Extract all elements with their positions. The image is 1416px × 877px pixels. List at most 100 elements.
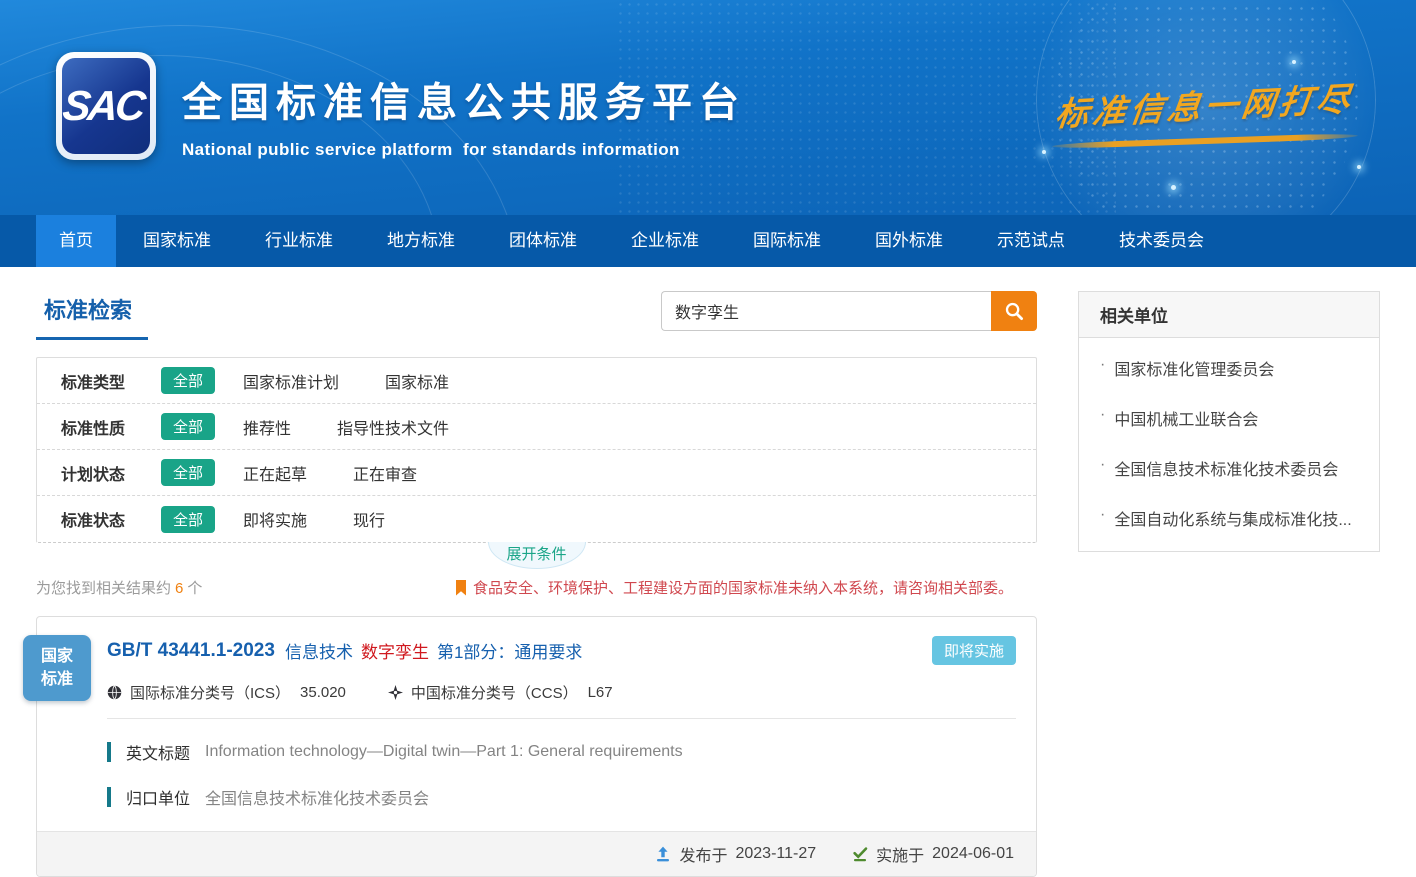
row-marker-bar <box>107 787 111 807</box>
ccs-classification: 中国标准分类号（CCS） L67 <box>388 682 613 703</box>
site-header: SAC 全国标准信息公共服务平台 National public service… <box>0 0 1416 215</box>
standard-title-part: 第1部分：通用要求 <box>437 638 582 663</box>
notice-text: 食品安全、环境保护、工程建设方面的国家标准未纳入本系统，请咨询相关部委。 <box>473 577 1013 598</box>
tab-standard-search[interactable]: 标准检索 <box>36 291 148 340</box>
search-row: 标准检索 <box>36 291 1037 343</box>
main-nav: 首页 国家标准 行业标准 地方标准 团体标准 企业标准 国际标准 国外标准 示范… <box>0 215 1416 267</box>
sac-logo-inner: SAC <box>62 58 150 154</box>
filter-selected-badge[interactable]: 全部 <box>161 506 215 533</box>
ics-value: 35.020 <box>300 684 346 701</box>
bullet: · <box>1100 506 1105 530</box>
ccs-value: L67 <box>588 684 613 701</box>
results-notice: 食品安全、环境保护、工程建设方面的国家标准未纳入本系统，请咨询相关部委。 <box>455 577 1013 598</box>
nav-item-international-standards[interactable]: 国际标准 <box>726 215 848 267</box>
filter-panel: 标准类型 全部 国家标准计划 国家标准 标准性质 全部 推荐性 指导性技术文件 … <box>36 357 1037 543</box>
published-date-value: 2023-11-27 <box>735 845 816 863</box>
sidebar-item-it-standardization-committee[interactable]: · 全国信息技术标准化技术委员会 <box>1079 443 1379 493</box>
expand-conditions-button[interactable]: 展开条件 <box>488 542 586 569</box>
bullet: · <box>1100 456 1105 480</box>
nav-item-national-standards[interactable]: 国家标准 <box>116 215 238 267</box>
standard-code: GB/T 43441.1-2023 <box>107 640 275 662</box>
bookmark-icon <box>455 580 467 596</box>
standard-title-link[interactable]: GB/T 43441.1-2023 信息技术 数字孪生 第1部分：通用要求 即将… <box>107 636 1016 665</box>
results-row: 为您找到相关结果约6个 食品安全、环境保护、工程建设方面的国家标准未纳入本系统，… <box>36 577 1037 598</box>
nav-item-foreign-standards[interactable]: 国外标准 <box>848 215 970 267</box>
filter-option[interactable]: 推荐性 <box>243 415 291 439</box>
standard-title-highlight: 数字孪生 <box>361 638 429 663</box>
ics-classification: 国际标准分类号（ICS） 35.020 <box>107 682 346 703</box>
filter-label: 标准类型 <box>61 369 161 393</box>
nav-item-enterprise-standards[interactable]: 企业标准 <box>604 215 726 267</box>
filter-selected-badge[interactable]: 全部 <box>161 413 215 440</box>
search-group <box>661 291 1037 331</box>
implement-check-icon <box>852 846 868 862</box>
row-marker-bar <box>107 742 111 762</box>
english-title-row: 英文标题 Information technology—Digital twin… <box>107 740 1016 764</box>
card-body: GB/T 43441.1-2023 信息技术 数字孪生 第1部分：通用要求 即将… <box>37 617 1036 831</box>
standard-title-part: 信息技术 <box>285 638 353 663</box>
bullet: · <box>1100 356 1105 380</box>
search-input[interactable] <box>661 291 991 331</box>
filter-option[interactable]: 正在审查 <box>353 461 417 485</box>
filter-row-standard-nature: 标准性质 全部 推荐性 指导性技术文件 <box>37 404 1036 450</box>
results-count: 为您找到相关结果约6个 <box>36 577 202 598</box>
filter-selected-badge[interactable]: 全部 <box>161 367 215 394</box>
related-units-panel: 相关单位 · 国家标准化管理委员会 · 中国机械工业联合会 · 全国信息技术标准… <box>1078 291 1380 552</box>
sparkle-dot <box>1171 185 1176 190</box>
sparkle-dot <box>1292 60 1296 64</box>
implemented-date: 实施于 2024-06-01 <box>852 842 1014 866</box>
results-count-number: 6 <box>171 580 187 597</box>
detail-label: 英文标题 <box>126 740 190 764</box>
site-subtitle: National public service platform for sta… <box>182 140 746 160</box>
nav-item-local-standards[interactable]: 地方标准 <box>360 215 482 267</box>
filter-option[interactable]: 正在起草 <box>243 461 307 485</box>
slogan-text: 标准信息一网打尽 <box>1053 72 1357 135</box>
filter-option[interactable]: 指导性技术文件 <box>337 415 449 439</box>
sidebar-item-machinery-federation[interactable]: · 中国机械工业联合会 <box>1079 393 1379 443</box>
nav-item-group-standards[interactable]: 团体标准 <box>482 215 604 267</box>
sparkle-dot <box>1042 150 1046 154</box>
related-units-list: · 国家标准化管理委员会 · 中国机械工业联合会 · 全国信息技术标准化技术委员… <box>1079 338 1379 551</box>
ccs-label: 中国标准分类号（CCS） <box>411 682 578 703</box>
filter-row-standard-type: 标准类型 全部 国家标准计划 国家标准 <box>37 358 1036 404</box>
sac-logo[interactable]: SAC <box>56 52 156 160</box>
publish-upload-icon <box>655 846 671 862</box>
sidebar-item-sac[interactable]: · 国家标准化管理委员会 <box>1079 343 1379 393</box>
filter-option[interactable]: 国家标准计划 <box>243 369 339 393</box>
sidebar-item-automation-systems-committee[interactable]: · 全国自动化系统与集成标准化技... <box>1079 493 1379 543</box>
nav-item-pilot-programs[interactable]: 示范试点 <box>970 215 1092 267</box>
nav-item-industry-standards[interactable]: 行业标准 <box>238 215 360 267</box>
filter-label: 标准性质 <box>61 415 161 439</box>
globe-icon <box>107 685 122 700</box>
ics-label: 国际标准分类号（ICS） <box>130 682 290 703</box>
search-icon <box>1004 301 1024 321</box>
classification-row: 国际标准分类号（ICS） 35.020 中国标准分类号（CCS） L67 <box>107 682 1016 703</box>
content-area: 标准检索 标准类型 全部 国家标准计划 国家标准 标准性质 全 <box>0 267 1416 877</box>
filter-selected-badge[interactable]: 全部 <box>161 459 215 486</box>
implemented-date-value: 2024-06-01 <box>932 845 1014 863</box>
sparkle-dot <box>1357 165 1361 169</box>
related-units-title: 相关单位 <box>1079 292 1379 338</box>
slogan-block: 标准信息一网打尽 <box>1052 80 1358 144</box>
sac-logo-text: SAC <box>61 82 152 130</box>
site-title: 全国标准信息公共服务平台 <box>182 70 746 128</box>
status-badge: 即将实施 <box>932 636 1016 665</box>
bullet: · <box>1100 406 1105 430</box>
standard-result-card: 国家 标准 GB/T 43441.1-2023 信息技术 数字孪生 第1部分：通… <box>36 616 1037 877</box>
filter-option[interactable]: 国家标准 <box>385 369 449 393</box>
filter-label: 计划状态 <box>61 461 161 485</box>
filter-row-plan-status: 计划状态 全部 正在起草 正在审查 <box>37 450 1036 496</box>
filter-option[interactable]: 现行 <box>353 507 385 531</box>
card-footer: 发布于 2023-11-27 实施于 2024-06-01 <box>37 831 1036 876</box>
nav-item-home[interactable]: 首页 <box>36 215 116 267</box>
site-title-block: 全国标准信息公共服务平台 National public service pla… <box>182 70 746 160</box>
filter-row-standard-status: 标准状态 全部 即将实施 现行 <box>37 496 1036 542</box>
search-button[interactable] <box>991 291 1037 331</box>
nav-item-technical-committees[interactable]: 技术委员会 <box>1092 215 1231 267</box>
compass-icon <box>388 685 403 700</box>
detail-label: 归口单位 <box>126 785 190 809</box>
filter-option[interactable]: 即将实施 <box>243 507 307 531</box>
card-divider <box>107 718 1016 719</box>
filter-label: 标准状态 <box>61 507 161 531</box>
standard-type-badge: 国家 标准 <box>23 635 91 701</box>
